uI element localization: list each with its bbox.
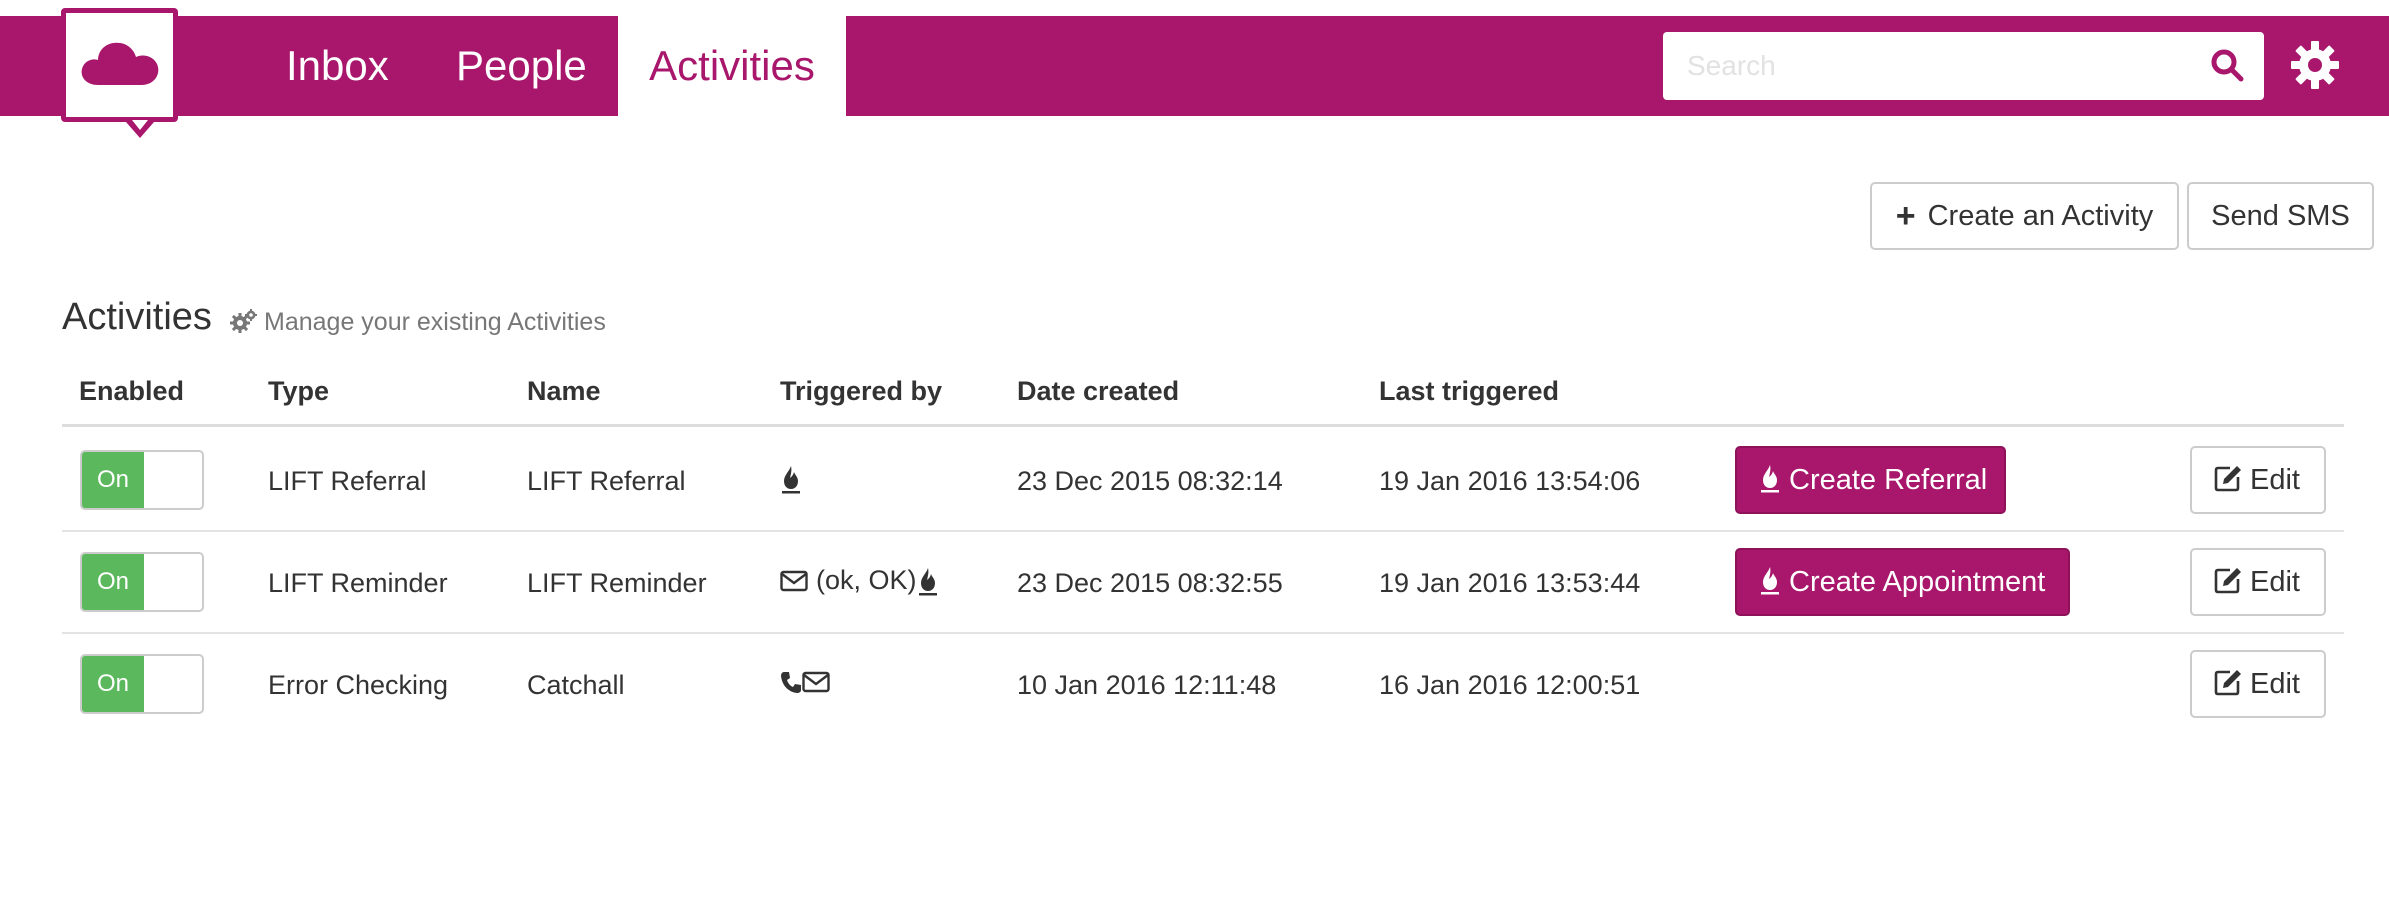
cell-last-triggered: 19 Jan 2016 13:53:44 (1379, 568, 1641, 598)
edit-button[interactable]: Edit (2190, 650, 2326, 718)
edit-label: Edit (2250, 668, 2300, 700)
edit-icon (2214, 670, 2241, 696)
cogs-icon (230, 309, 257, 334)
column-header-triggered-by[interactable]: Triggered by (780, 376, 942, 407)
cloud-icon (81, 42, 159, 85)
logo-pointer-inner (132, 120, 148, 130)
cell-name: LIFT Reminder (527, 568, 707, 598)
search-input[interactable] (1687, 32, 2187, 100)
nav-activities[interactable]: Activities (618, 16, 846, 116)
plus-icon: + (1895, 197, 1916, 235)
row-divider (62, 632, 2344, 634)
create-appointment-label: Create Appointment (1789, 566, 2046, 598)
column-header-name[interactable]: Name (527, 376, 601, 407)
cell-type: Error Checking (268, 670, 449, 700)
cell-date-created: 10 Jan 2016 12:11:48 (1017, 670, 1277, 700)
cell-last-triggered: 19 Jan 2016 13:54:06 (1379, 466, 1641, 496)
create-referral-label: Create Referral (1789, 464, 1988, 496)
envelope-icon (802, 671, 830, 693)
edit-label: Edit (2250, 464, 2300, 496)
page-title: Activities (62, 296, 212, 338)
edit-label: Edit (2250, 566, 2300, 598)
cell-date-created: 23 Dec 2015 08:32:55 (1017, 568, 1283, 598)
enabled-toggle[interactable]: On (80, 552, 204, 612)
search-icon[interactable] (2210, 48, 2244, 82)
fire-icon (918, 567, 937, 595)
column-header-last-triggered[interactable]: Last triggered (1379, 376, 1559, 407)
envelope-icon (780, 570, 808, 591)
cell-triggered-by (780, 464, 802, 494)
cell-name: LIFT Referral (527, 466, 686, 496)
page-subtitle: Manage your existing Activities (230, 308, 606, 337)
send-sms-label: Send SMS (2211, 200, 2350, 232)
edit-button[interactable]: Edit (2190, 548, 2326, 616)
cell-last-triggered: 16 Jan 2016 12:00:51 (1379, 670, 1641, 700)
nav-inbox[interactable]: Inbox (286, 16, 389, 116)
send-sms-button[interactable]: Send SMS (2187, 182, 2374, 250)
column-header-date-created[interactable]: Date created (1017, 376, 1179, 407)
row-divider (62, 530, 2344, 532)
table-header-divider (62, 424, 2344, 427)
trigger-keywords: (ok, OK) (816, 565, 917, 595)
cell-triggered-by (780, 670, 830, 694)
cell-name: Catchall (527, 670, 625, 700)
enabled-toggle[interactable]: On (80, 450, 204, 510)
cell-date-created: 23 Dec 2015 08:32:14 (1017, 466, 1283, 496)
create-activity-button[interactable]: + Create an Activity (1870, 182, 2179, 250)
toggle-on-label: On (82, 554, 144, 610)
fire-icon (782, 466, 800, 494)
cell-triggered-by: (ok, OK) (780, 565, 939, 596)
edit-button[interactable]: Edit (2190, 446, 2326, 514)
fire-icon (1761, 567, 1779, 595)
create-referral-button[interactable]: Create Referral (1735, 446, 2006, 514)
search-box (1663, 32, 2264, 100)
enabled-toggle[interactable]: On (80, 654, 204, 714)
page-subtitle-text: Manage your existing Activities (264, 308, 606, 336)
edit-icon (2214, 568, 2241, 594)
app-logo[interactable] (61, 8, 178, 122)
toggle-on-label: On (82, 656, 144, 712)
column-header-enabled[interactable]: Enabled (79, 376, 184, 407)
phone-icon (781, 672, 801, 693)
cell-type: LIFT Referral (268, 466, 427, 496)
nav-people[interactable]: People (456, 16, 587, 116)
gear-icon[interactable] (2290, 40, 2340, 90)
cell-type: LIFT Reminder (268, 568, 448, 598)
toggle-on-label: On (82, 452, 144, 508)
create-activity-label: Create an Activity (1927, 200, 2154, 232)
fire-icon (1761, 465, 1779, 493)
edit-icon (2214, 466, 2241, 492)
create-appointment-button[interactable]: Create Appointment (1735, 548, 2070, 616)
column-header-type[interactable]: Type (268, 376, 329, 407)
